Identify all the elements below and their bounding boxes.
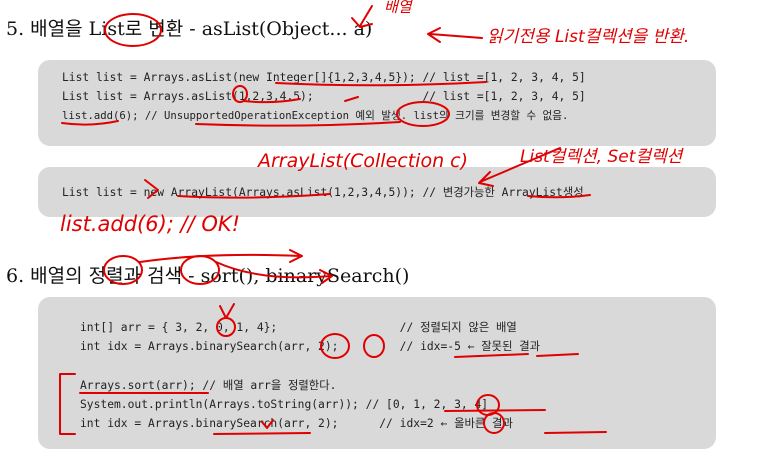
code-line-4: List list = new ArrayList(Arrays.asList(… bbox=[62, 186, 584, 199]
code-line-2: List list = Arrays.asList(1,2,3,4,5); //… bbox=[62, 90, 586, 103]
code-line-8: System.out.println(Arrays.toString(arr))… bbox=[80, 398, 489, 411]
code-line-3: list.add(6); // UnsupportedOperationExce… bbox=[62, 110, 569, 122]
section6-title: 6. 배열의 정렬과 검색 - sort(), binarySearch() bbox=[6, 265, 410, 287]
handwriting-list-set-note: List컬렉션, Set컬렉션 bbox=[520, 147, 683, 167]
code-line-7: Arrays.sort(arr); // 배열 arr을 정렬한다. bbox=[80, 379, 337, 392]
code-line-9: int idx = Arrays.binarySearch(arr, 2); /… bbox=[80, 417, 513, 430]
handwriting-array-note: 배열 bbox=[384, 0, 412, 16]
handwriting-ok-note: list.add(6); // OK! bbox=[60, 212, 241, 236]
arrow-readonly bbox=[427, 27, 483, 43]
code-line-1: List list = Arrays.asList(new Integer[]{… bbox=[62, 71, 586, 84]
section5-title: 5. 배열을 List로 변환 - asList(Object... a) bbox=[6, 18, 373, 40]
code-line-6: int idx = Arrays.binarySearch(arr, 2); /… bbox=[80, 340, 541, 353]
code-line-5: int[] arr = { 3, 2, 0, 1, 4}; // 정렬되지 않은… bbox=[80, 321, 517, 334]
handwriting-readonly-note: 읽기전용 List컬렉션을 반환. bbox=[487, 27, 690, 47]
handwriting-arraylist-note: ArrayList(Collection c) bbox=[258, 150, 469, 172]
